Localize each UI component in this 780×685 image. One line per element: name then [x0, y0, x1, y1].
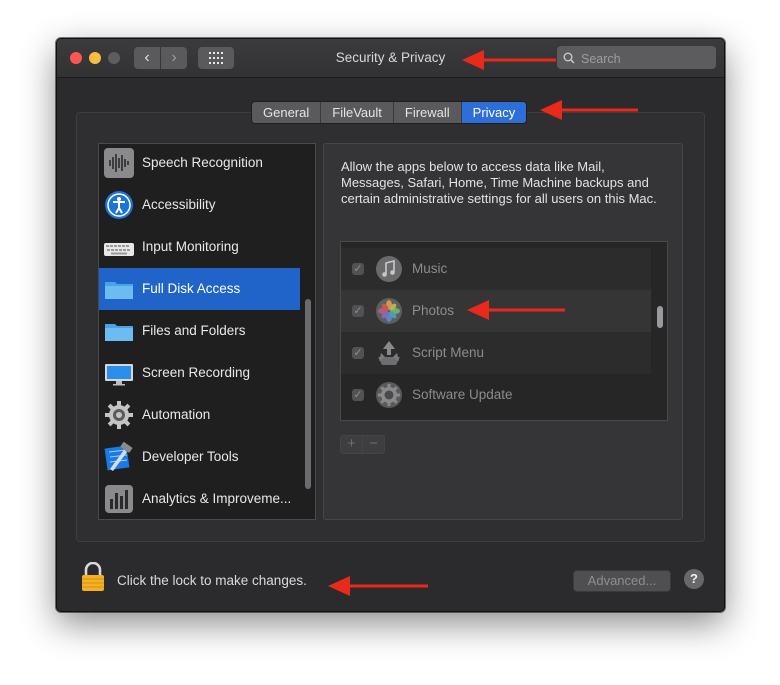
remove-app-button[interactable]: − — [362, 435, 385, 454]
tab-privacy[interactable]: Privacy — [461, 102, 527, 123]
sidebar-item-files-and-folders[interactable]: Files and Folders — [99, 310, 300, 352]
search-field[interactable] — [557, 46, 716, 69]
title-bar: ‹ › Security & Privacy — [57, 39, 724, 78]
help-button[interactable]: ? — [684, 569, 704, 589]
music-note-icon — [376, 256, 402, 282]
app-list-scrollbar[interactable] — [657, 306, 663, 328]
add-app-button[interactable]: + — [340, 435, 363, 454]
sidebar-item-accessibility[interactable]: Accessibility — [99, 184, 300, 226]
sidebar-item-developer-tools[interactable]: Developer Tools — [99, 436, 300, 478]
sidebar-item-label: Developer Tools — [142, 449, 239, 464]
list-item[interactable]: ✓ Software Update — [341, 374, 651, 416]
sidebar-item-label: Accessibility — [142, 197, 216, 212]
sidebar-item-label: Automation — [142, 407, 211, 422]
panel-description: Allow the apps below to access data like… — [341, 159, 657, 206]
app-list[interactable]: ✓ Music ✓ Photos ✓ Script Menu ✓ Softwar… — [340, 241, 668, 421]
search-icon — [563, 52, 575, 64]
script-menu-icon — [378, 341, 400, 365]
lock-message: Click the lock to make changes. — [117, 573, 307, 588]
app-checkbox[interactable]: ✓ — [352, 389, 364, 401]
photos-flower-icon — [376, 298, 402, 324]
sidebar-item-label: Screen Recording — [142, 365, 251, 380]
app-checkbox[interactable]: ✓ — [352, 305, 364, 317]
xcode-hammer-icon — [104, 442, 133, 471]
sidebar-scrollbar[interactable] — [305, 299, 311, 489]
annotation-arrow-privacy-tab — [540, 100, 638, 120]
keyboard-icon — [104, 243, 134, 256]
sidebar-item-speech-recognition[interactable]: Speech Recognition — [99, 144, 300, 184]
sidebar-item-label: Files and Folders — [142, 323, 246, 338]
tab-filevault[interactable]: FileVault — [321, 102, 394, 123]
accessibility-icon — [105, 191, 133, 219]
app-name: Music — [412, 261, 448, 276]
folder-icon — [105, 282, 133, 299]
tab-firewall[interactable]: Firewall — [393, 102, 462, 123]
waveform-icon — [104, 148, 134, 178]
list-item[interactable]: ✓ Music — [341, 248, 651, 290]
tab-general[interactable]: General — [252, 102, 322, 123]
annotation-arrow-title — [462, 50, 556, 70]
annotation-arrow-photos — [467, 300, 565, 320]
sidebar-item-automation[interactable]: Automation — [99, 394, 300, 436]
sidebar-item-label: Speech Recognition — [142, 155, 263, 170]
app-name: Photos — [412, 303, 455, 318]
display-icon — [105, 364, 133, 386]
tab-bar: General FileVault Firewall Privacy — [251, 101, 528, 124]
full-disk-access-panel: Allow the apps below to access data like… — [323, 143, 683, 520]
sidebar-item-input-monitoring[interactable]: Input Monitoring — [99, 226, 300, 268]
advanced-button[interactable]: Advanced... — [573, 570, 671, 592]
sidebar-item-label: Full Disk Access — [142, 281, 241, 296]
app-name: Software Update — [412, 387, 513, 402]
sidebar-item-label: Analytics & Improveme... — [142, 491, 292, 506]
search-input[interactable] — [579, 49, 713, 68]
folder-icon — [105, 324, 133, 341]
gear-icon — [376, 382, 402, 408]
sidebar-item-screen-recording[interactable]: Screen Recording — [99, 352, 300, 394]
list-item[interactable]: ✓ Script Menu — [341, 332, 651, 374]
lock-icon[interactable] — [81, 562, 105, 592]
app-checkbox[interactable]: ✓ — [352, 263, 364, 275]
gear-icon — [105, 401, 133, 429]
annotation-arrow-lock — [328, 576, 428, 596]
bar-chart-icon — [105, 485, 133, 513]
privacy-category-list[interactable]: Speech Recognition Accessibility Input M… — [98, 143, 316, 520]
sidebar-item-full-disk-access[interactable]: Full Disk Access — [99, 268, 300, 310]
app-checkbox[interactable]: ✓ — [352, 347, 364, 359]
app-name: Script Menu — [412, 345, 485, 360]
sidebar-item-analytics[interactable]: Analytics & Improveme... — [99, 478, 300, 519]
sidebar-item-label: Input Monitoring — [142, 239, 239, 254]
preferences-window: ‹ › Security & Privacy General FileVault… — [56, 38, 725, 612]
